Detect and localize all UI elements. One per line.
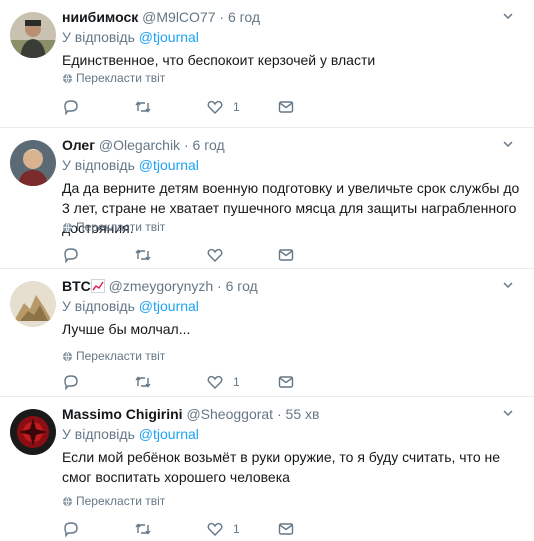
chevron-down-icon[interactable] [502,279,514,291]
globe-icon [62,351,73,362]
retweet-icon [135,523,151,535]
translate-label: Перекласти твіт [76,349,166,363]
user-handle[interactable]: @zmeygorynyzh [109,278,213,294]
like-button[interactable]: 1 [206,98,240,116]
avatar[interactable] [10,12,56,58]
reply-icon [64,248,78,264]
reply-icon [64,522,78,538]
tweet-actions: 1 [62,373,322,391]
translate-link[interactable]: Перекласти твіт [62,349,165,363]
chart-increasing-icon [90,279,105,293]
translate-link[interactable]: Перекласти твіт [62,494,165,508]
translate-link[interactable]: Перекласти твіт [62,71,165,85]
chevron-down-icon[interactable] [502,407,514,419]
retweet-button[interactable] [134,98,152,116]
like-count: 1 [233,522,240,536]
retweet-icon [135,376,151,388]
globe-icon [62,222,73,233]
timestamp[interactable]: 6 год [226,278,258,294]
display-name[interactable]: Massimo Chigirini [62,406,183,422]
reply-context: У відповідь @tjournal [62,298,199,314]
like-icon [207,248,223,262]
avatar[interactable] [10,281,56,327]
tweet-text: Лучше бы молчал... [62,321,191,337]
retweet-button[interactable] [134,520,152,538]
direct-message-icon [278,376,294,388]
direct-message-icon [278,249,294,261]
reply-button[interactable] [62,98,80,116]
direct-message-button[interactable] [277,246,295,264]
timestamp[interactable]: 6 год [193,137,225,153]
like-button[interactable]: 1 [206,373,240,391]
like-count: 1 [233,375,240,389]
like-icon [207,375,223,389]
reply-mention-link[interactable]: @tjournal [139,157,199,173]
reply-icon [64,375,78,391]
retweet-button[interactable] [134,373,152,391]
reply-context: У відповідь @tjournal [62,29,199,45]
reply-button[interactable] [62,520,80,538]
tweet[interactable]: Олег @Olegarchik · 6 год У відповідь @tj… [0,128,534,269]
direct-message-button[interactable] [277,520,295,538]
tweet-actions: 1 [62,520,322,538]
direct-message-button[interactable] [277,373,295,391]
translate-link[interactable]: Перекласти твіт [62,220,165,234]
chevron-down-icon[interactable] [502,10,514,22]
avatar[interactable] [10,140,56,186]
retweet-icon [135,249,151,261]
translate-label: Перекласти твіт [76,71,166,85]
tweet[interactable]: Massimo Chigirini @Sheoggorat · 55 хв У … [0,397,534,541]
display-name[interactable]: ниибимоск [62,9,138,25]
user-handle[interactable]: @M9lCO77 [142,9,215,25]
direct-message-icon [278,101,294,113]
globe-icon [62,73,73,84]
tweet-actions [62,246,322,264]
like-count: 1 [233,100,240,114]
separator: · [276,406,282,422]
reply-button[interactable] [62,246,80,264]
like-button[interactable] [206,246,233,264]
retweet-button[interactable] [134,246,152,264]
separator: · [183,137,189,153]
tweet-header: Олег @Olegarchik · 6 год [62,136,225,154]
like-button[interactable]: 1 [206,520,240,538]
reply-prefix: У відповідь [62,298,135,314]
chevron-down-icon[interactable] [502,138,514,150]
display-name[interactable]: Олег [62,137,95,153]
tweet-actions: 1 [62,98,322,116]
reply-mention-link[interactable]: @tjournal [139,298,199,314]
like-icon [207,522,223,536]
direct-message-icon [278,523,294,535]
tweet-text: Единственное, что беспокоит керзочей у в… [62,52,376,68]
display-name[interactable]: BTC [62,278,91,294]
separator: · [219,9,225,25]
reply-context: У відповідь @tjournal [62,157,199,173]
user-handle[interactable]: @Sheoggorat [186,406,273,422]
user-handle[interactable]: @Olegarchik [99,137,180,153]
tweet-header: BTC @zmeygorynyzh · 6 год [62,277,258,295]
tweet-header: ниибимоск @M9lCO77 · 6 год [62,8,260,26]
tweet-header: Massimo Chigirini @Sheoggorat · 55 хв [62,405,319,423]
translate-label: Перекласти твіт [76,220,166,234]
reply-context: У відповідь @tjournal [62,426,199,442]
reply-prefix: У відповідь [62,29,135,45]
reply-mention-link[interactable]: @tjournal [139,426,199,442]
translate-label: Перекласти твіт [76,494,166,508]
timestamp[interactable]: 55 хв [286,406,320,422]
globe-icon [62,496,73,507]
direct-message-button[interactable] [277,98,295,116]
reply-prefix: У відповідь [62,426,135,442]
reply-button[interactable] [62,373,80,391]
retweet-icon [135,101,151,113]
reply-prefix: У відповідь [62,157,135,173]
separator: · [217,278,222,294]
like-icon [207,100,223,114]
tweet[interactable]: ниибимоск @M9lCO77 · 6 год У відповідь @… [0,0,534,128]
tweet[interactable]: BTC @zmeygorynyzh · 6 год У відповідь @t… [0,269,534,397]
avatar[interactable] [10,409,56,455]
timestamp[interactable]: 6 год [228,9,260,25]
reply-icon [64,100,78,116]
reply-mention-link[interactable]: @tjournal [139,29,199,45]
tweet-text: Если мой ребёнок возьмёт в руки оружие, … [62,449,501,485]
